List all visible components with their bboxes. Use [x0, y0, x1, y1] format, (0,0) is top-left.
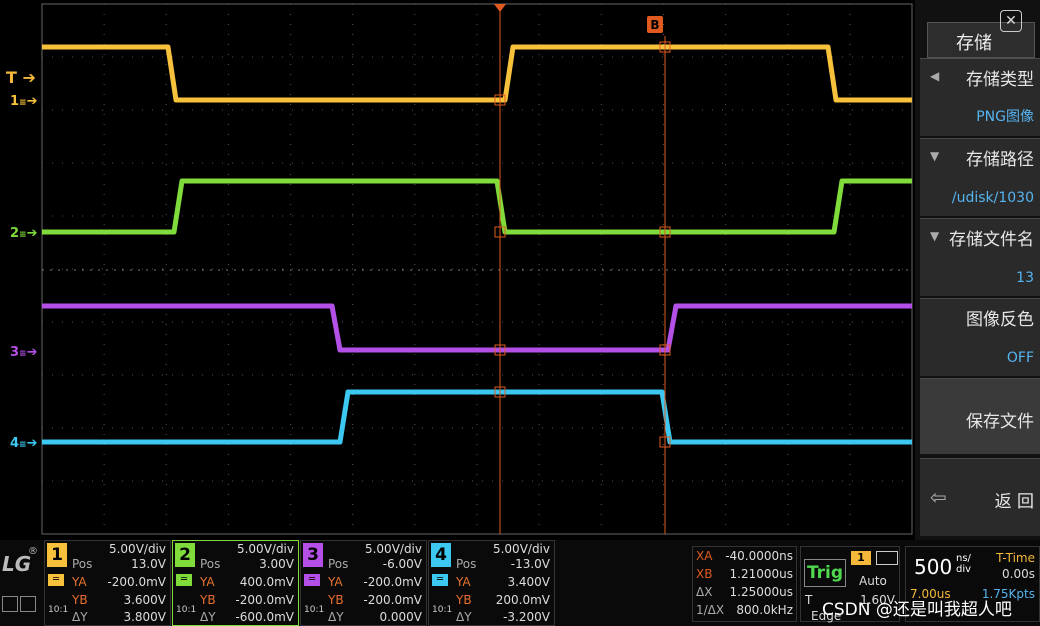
- delta-y-value: -600.0mV: [235, 610, 294, 624]
- position-value: 13.0V: [131, 557, 166, 571]
- trigger-mode: Auto: [859, 574, 887, 588]
- save-file-button[interactable]: 保存文件: [920, 378, 1040, 454]
- back-arrow-icon: ⇦: [930, 485, 947, 509]
- ch4-ground-marker[interactable]: 4≡➔: [10, 436, 38, 451]
- volts-per-div: 5.00V/div: [364, 542, 422, 556]
- probe-ratio: 10:1: [48, 605, 69, 615]
- ya-value: 3.400V: [507, 575, 550, 589]
- chevron-down-icon: ▼: [930, 229, 940, 243]
- volts-per-div: 5.00V/div: [236, 542, 294, 556]
- channel-number: 3: [303, 543, 323, 567]
- channel-3-panel[interactable]: 3 5.00V/div Pos -6.00V ═ YA -200.0mV YB -200.0mV…: [300, 540, 427, 626]
- delta-y-value: -3.200V: [503, 610, 550, 624]
- ya-value: -200.0mV: [107, 575, 166, 589]
- dc-coupling-icon: ═: [48, 574, 64, 586]
- channel-4-panel[interactable]: 4 5.00V/div Pos -13.0V ═ YA 3.400V YB 200.0mV 10:…: [428, 540, 555, 626]
- yb-value: 200.0mV: [495, 593, 550, 607]
- channel-number: 2: [175, 543, 195, 567]
- volts-per-div: 5.00V/div: [108, 542, 166, 556]
- waveform-plot: B: [41, 3, 913, 535]
- yb-value: -200.0mV: [235, 593, 294, 607]
- probe-ratio: 10:1: [304, 605, 325, 615]
- position-value: -13.0V: [510, 557, 550, 571]
- ch2-ground-marker[interactable]: 2≡➔: [10, 226, 38, 241]
- ya-value: -200.0mV: [363, 575, 422, 589]
- t-time-label: T-Time: [996, 551, 1035, 565]
- registered-mark: ®: [28, 546, 38, 557]
- screenshot-icon[interactable]: [2, 596, 18, 612]
- timebase-value: 500: [914, 555, 953, 579]
- yb-value: 3.600V: [123, 593, 166, 607]
- dc-coupling-icon: ═: [304, 574, 320, 586]
- delta-y-value: 0.000V: [379, 610, 422, 624]
- cursor-b-label: B: [650, 18, 659, 32]
- close-icon[interactable]: ✕: [1000, 10, 1022, 32]
- watermark: CSDN @还是叫我超人吧: [822, 600, 1012, 620]
- menu-item-save-type[interactable]: ◀ 存储类型 PNG图像: [920, 58, 1040, 136]
- cursor-readout[interactable]: XA -40.0000ns XB 1.21000us ΔX 1.25000us 1/Δ…: [692, 546, 797, 622]
- chevron-left-icon: ◀: [930, 69, 940, 83]
- channel-1-panel[interactable]: 1 5.00V/div Pos 13.0V ═ YA -200.0mV YB 3.600V 10:…: [44, 540, 171, 626]
- position-value: -6.00V: [382, 557, 422, 571]
- trigger-position-icon: [494, 4, 506, 12]
- ch3-ground-marker[interactable]: 3≡➔: [10, 345, 38, 360]
- delta-y-value: 3.800V: [123, 610, 166, 624]
- channel-2-panel[interactable]: 2 5.00V/div Pos 3.00V ═ YA 400.0mV YB -200.0mV 10…: [172, 540, 299, 626]
- timebase-unit: ns/div: [956, 553, 972, 575]
- ch3-waveform: [42, 303, 912, 353]
- ya-value: 400.0mV: [239, 575, 294, 589]
- volts-per-div: 5.00V/div: [492, 542, 550, 556]
- trigger-source: 1: [851, 551, 871, 565]
- menu-item-invert-color[interactable]: 图像反色 OFF: [920, 298, 1040, 376]
- menu-toggle-icon[interactable]: [20, 596, 36, 612]
- channel-number: 1: [47, 543, 67, 567]
- waveform-display[interactable]: B T ➔ 1≡➔ 2≡➔ 3≡➔ 4≡➔: [0, 0, 915, 540]
- chevron-down-icon: ▼: [930, 149, 940, 163]
- edge-icon: [876, 551, 898, 565]
- position-value: 3.00V: [259, 557, 294, 571]
- menu-item-save-path[interactable]: ▼ 存储路径 /udisk/1030: [920, 138, 1040, 216]
- dc-coupling-icon: ═: [176, 574, 192, 586]
- back-button[interactable]: ⇦ 返 回: [920, 458, 1040, 536]
- yb-value: -200.0mV: [363, 593, 422, 607]
- trigger-status: Trig: [804, 559, 846, 587]
- ch1-ground-marker[interactable]: 1≡➔: [10, 94, 38, 109]
- trigger-t-label: T: [805, 593, 813, 607]
- dc-coupling-icon: ═: [432, 574, 448, 586]
- save-menu: 存储 ◀ 存储类型 PNG图像 ▼ 存储路径 /udisk/1030 ▼ 存储文…: [915, 0, 1040, 540]
- t-time-value: 0.00s: [1002, 567, 1035, 581]
- probe-ratio: 10:1: [176, 605, 197, 615]
- trigger-level-marker[interactable]: T ➔: [6, 68, 36, 87]
- channel-number: 4: [431, 543, 451, 567]
- probe-ratio: 10:1: [432, 605, 453, 615]
- menu-item-file-name[interactable]: ▼ 存储文件名 13: [920, 218, 1040, 296]
